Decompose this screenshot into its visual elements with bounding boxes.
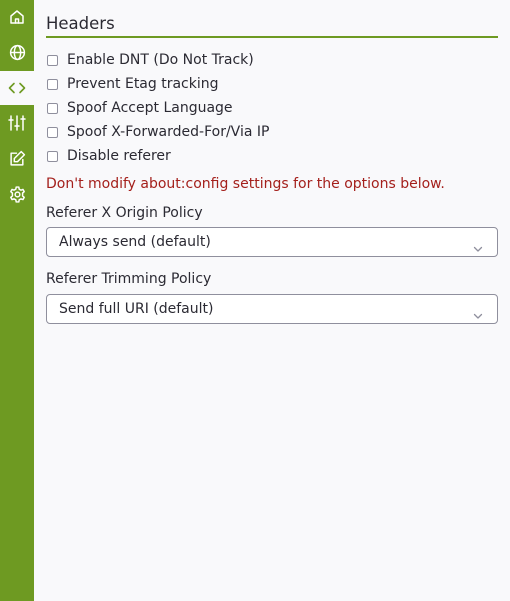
sidebar-item-network[interactable]: [0, 35, 34, 69]
sidebar-item-home[interactable]: [0, 0, 34, 34]
referer-x-origin-select[interactable]: Always send (default): [46, 227, 498, 257]
option-label: Enable DNT (Do Not Track): [67, 52, 254, 68]
option-label: Spoof X-Forwarded-For/Via IP: [67, 124, 270, 140]
globe-icon: [9, 44, 26, 61]
gear-icon: [9, 185, 26, 203]
referer-trimming-label: Referer Trimming Policy: [46, 271, 212, 287]
sliders-icon: [8, 115, 26, 131]
option-label: Spoof Accept Language: [67, 100, 233, 116]
edit-icon: [9, 150, 26, 167]
code-icon: [8, 81, 26, 95]
option-label: Disable referer: [67, 148, 171, 164]
accept-language-checkbox[interactable]: [47, 102, 58, 114]
referer-x-origin-label: Referer X Origin Policy: [46, 205, 203, 221]
sidebar-item-whitelist[interactable]: [0, 141, 34, 175]
option-label: Prevent Etag tracking: [67, 76, 219, 92]
select-value: Always send (default): [59, 234, 211, 250]
referer-trimming-select[interactable]: Send full URI (default): [46, 294, 498, 324]
chevron-down-icon: [473, 305, 483, 324]
section-divider: [46, 36, 498, 38]
chevron-down-icon: [473, 238, 483, 257]
sidebar-item-settings[interactable]: [0, 177, 34, 211]
select-value: Send full URI (default): [59, 301, 214, 317]
section-title: Headers: [46, 14, 115, 33]
config-warning: Don't modify about:config settings for t…: [46, 176, 445, 192]
etag-checkbox[interactable]: [47, 78, 58, 90]
option-spoof-accept-language[interactable]: Spoof Accept Language: [46, 99, 233, 117]
sidebar-item-options[interactable]: [0, 106, 34, 140]
x-forwarded-checkbox[interactable]: [47, 126, 58, 138]
disable-referer-checkbox[interactable]: [47, 150, 58, 162]
option-spoof-x-forwarded-for[interactable]: Spoof X-Forwarded-For/Via IP: [46, 123, 269, 141]
option-prevent-etag[interactable]: Prevent Etag tracking: [46, 75, 219, 93]
dnt-checkbox[interactable]: [47, 54, 58, 66]
sidebar: [0, 0, 34, 601]
option-disable-referer[interactable]: Disable referer: [46, 147, 171, 165]
option-enable-dnt[interactable]: Enable DNT (Do Not Track): [46, 51, 254, 69]
sidebar-item-headers[interactable]: [0, 71, 34, 105]
home-icon: [9, 9, 25, 25]
app-window: Headers Enable DNT (Do Not Track) Preven…: [0, 0, 510, 601]
